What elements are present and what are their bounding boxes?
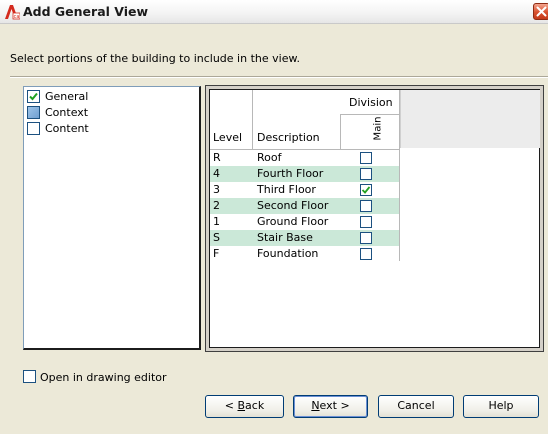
cancel-button[interactable]: Cancel bbox=[378, 395, 454, 418]
column-header-main[interactable]: Main bbox=[362, 115, 392, 149]
grid-empty-header bbox=[400, 90, 540, 148]
category-item-context[interactable]: Context bbox=[27, 105, 177, 120]
table-row[interactable]: 1 Ground Floor bbox=[210, 214, 399, 230]
table-row[interactable]: R Roof bbox=[210, 150, 399, 166]
division-checkbox[interactable] bbox=[360, 200, 372, 212]
division-header-label: Division bbox=[349, 96, 393, 109]
back-mnemonic: B bbox=[237, 399, 246, 412]
table-row[interactable]: 2 Second Floor bbox=[210, 198, 399, 214]
level-division-grid: Division Main Level Description R Roof 4… bbox=[205, 85, 544, 352]
divider bbox=[10, 76, 548, 78]
division-checkbox[interactable] bbox=[360, 168, 372, 180]
column-divider bbox=[399, 90, 400, 261]
level-cell: F bbox=[213, 247, 220, 260]
level-cell: 3 bbox=[213, 183, 220, 196]
column-header-level[interactable]: Level bbox=[213, 131, 242, 144]
level-cell: 2 bbox=[213, 199, 220, 212]
table-row[interactable]: 4 Fourth Floor bbox=[210, 166, 399, 182]
description-cell: Third Floor bbox=[257, 183, 316, 196]
help-button[interactable]: Help bbox=[463, 395, 539, 418]
description-cell: Fourth Floor bbox=[257, 167, 324, 180]
back-button[interactable]: < Back bbox=[205, 395, 284, 418]
table-row[interactable]: 3 Third Floor bbox=[210, 182, 399, 198]
grid-area[interactable]: Division Main Level Description R Roof 4… bbox=[209, 89, 540, 348]
category-label: General bbox=[45, 90, 89, 103]
level-cell: R bbox=[213, 151, 221, 164]
description-cell: Stair Base bbox=[257, 231, 313, 244]
division-checkbox[interactable] bbox=[360, 232, 372, 244]
division-checkbox[interactable] bbox=[360, 184, 372, 196]
checkmark-icon bbox=[29, 92, 38, 101]
back-prefix: < bbox=[224, 399, 238, 412]
division-checkbox[interactable] bbox=[360, 216, 372, 228]
category-label: Context bbox=[45, 106, 89, 119]
instruction-text: Select portions of the building to inclu… bbox=[10, 52, 300, 65]
category-list[interactable]: General Context Content bbox=[23, 86, 201, 350]
window-title: Add General View bbox=[23, 4, 149, 19]
description-cell: Ground Floor bbox=[257, 215, 329, 228]
description-cell: Foundation bbox=[257, 247, 319, 260]
column-header-description[interactable]: Description bbox=[257, 131, 320, 144]
division-checkbox[interactable] bbox=[360, 248, 372, 260]
back-label: ack bbox=[245, 399, 265, 412]
division-group-header: Division bbox=[340, 90, 399, 114]
description-cell: Roof bbox=[257, 151, 282, 164]
close-button[interactable] bbox=[533, 3, 548, 20]
next-label: ext > bbox=[319, 399, 350, 412]
description-cell: Second Floor bbox=[257, 199, 329, 212]
category-item-general[interactable]: General bbox=[27, 89, 177, 104]
category-checkbox-context[interactable] bbox=[27, 106, 40, 119]
category-checkbox-general[interactable] bbox=[27, 90, 40, 103]
open-in-drawing-editor-label: Open in drawing editor bbox=[40, 371, 167, 384]
main-header-label: Main bbox=[372, 116, 384, 141]
level-cell: 4 bbox=[213, 167, 220, 180]
division-checkbox[interactable] bbox=[360, 152, 372, 164]
svg-text:ca: ca bbox=[14, 14, 20, 20]
open-in-drawing-editor-checkbox[interactable] bbox=[23, 370, 36, 383]
table-row[interactable]: F Foundation bbox=[210, 246, 399, 262]
level-cell: 1 bbox=[213, 215, 220, 228]
column-divider bbox=[252, 90, 253, 149]
next-mnemonic: N bbox=[311, 399, 320, 412]
table-row[interactable]: S Stair Base bbox=[210, 230, 399, 246]
category-item-content[interactable]: Content bbox=[27, 121, 177, 136]
close-icon bbox=[536, 6, 547, 17]
checkmark-icon bbox=[361, 186, 371, 194]
category-label: Content bbox=[45, 122, 89, 135]
autocad-architecture-icon: ca bbox=[4, 4, 21, 20]
title-bar: ca Add General View bbox=[0, 0, 548, 24]
category-checkbox-content[interactable] bbox=[27, 122, 40, 135]
next-button[interactable]: Next > bbox=[293, 395, 368, 418]
level-cell: S bbox=[213, 231, 220, 244]
